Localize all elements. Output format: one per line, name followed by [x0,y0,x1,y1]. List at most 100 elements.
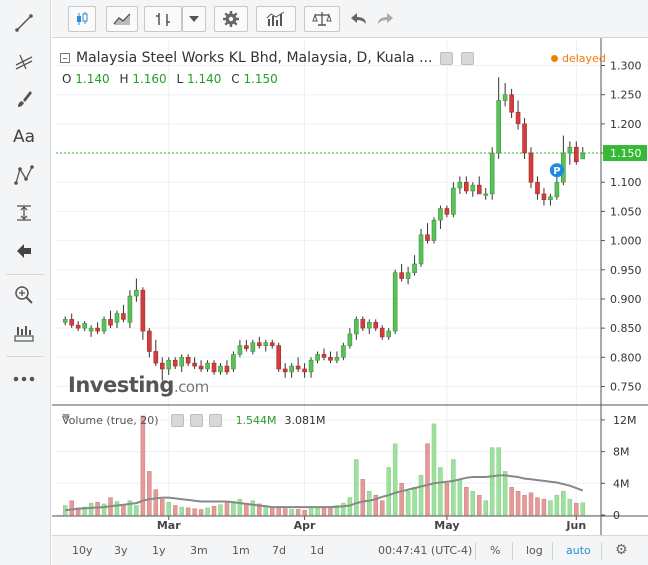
volume-bar [554,494,560,516]
candle-body [315,354,320,361]
indicators-icon[interactable] [256,6,296,32]
candle-body [502,94,508,101]
candle-body [198,365,204,370]
clock-time: 00:47:41 (UTC-4) [378,544,473,557]
eye-icon[interactable] [170,414,184,427]
volume-bar [321,506,327,516]
candle-body [179,357,184,367]
volume-bar [561,490,566,516]
candle-body [399,272,404,279]
collapse-icon[interactable] [60,53,70,63]
candle-body [489,152,495,195]
settings-mini-icon[interactable] [189,414,203,427]
area-chart-icon[interactable] [106,6,138,32]
volume-bar [567,498,573,516]
candle-body [548,196,553,201]
candle-body [263,342,269,346]
pattern-tool-icon[interactable] [8,160,40,190]
range-10y[interactable]: 10y [72,544,93,557]
range-1y[interactable]: 1y [152,544,166,557]
candle-body [82,323,87,329]
range-1m[interactable]: 1m [232,544,250,557]
log-toggle[interactable]: log [526,544,543,557]
candle-body [192,362,197,367]
gear-icon[interactable] [214,6,248,32]
dropdown-icon[interactable] [182,6,206,32]
volume-bar [192,508,197,516]
candle-body [535,181,540,195]
price-tick-label: 0.900 [610,293,642,306]
price-chart[interactable]: P 1.300 1.250 1.200 1.150 1.100 1.050 1.000 0.95… [52,38,648,565]
candle-body [392,272,398,332]
chevron-down-icon[interactable] [62,414,70,420]
volume-ma-value: 3.081M [284,414,326,427]
candlestick-icon[interactable] [68,6,96,32]
back-arrow-icon[interactable] [8,236,40,266]
candle-body [224,365,230,373]
volume-bar [237,498,243,516]
brush-icon[interactable] [8,84,40,114]
candle-body [276,345,282,370]
delayed-dot-icon [551,55,558,62]
volume-bar [295,509,301,516]
text-tool-icon[interactable]: Aa [8,122,40,152]
price-tick-label: 1.100 [610,176,642,189]
candle-body [464,181,469,192]
undo-icon[interactable] [346,6,372,32]
candle-body [95,327,100,332]
candle-body [573,146,579,163]
candle-body [470,184,476,192]
volume-bar [134,505,139,516]
chart-canvas[interactable]: P 1.300 1.250 1.200 1.150 1.100 1.050 1.000 0.95… [52,38,648,535]
volume-bar [160,498,165,516]
candle-body [405,272,411,279]
volume-bar [528,492,534,516]
percent-toggle[interactable]: % [490,544,500,557]
toolbar-divider [6,356,44,357]
volume-bar [405,490,411,516]
candle-body [354,319,359,335]
volume-tick-label: 12M [613,414,637,427]
close-icon[interactable] [208,414,222,427]
range-3y[interactable]: 3y [114,544,128,557]
candle-body [185,357,191,364]
zoom-icon[interactable] [8,280,40,310]
more-icon[interactable] [8,364,40,394]
candle-body [360,319,366,329]
volume-bar [477,494,482,516]
range-1d[interactable]: 1d [310,544,324,557]
volume-bar [276,507,281,516]
compare-scale-icon[interactable] [304,6,340,32]
range-7d[interactable]: 7d [272,544,286,557]
auto-toggle[interactable]: auto [566,544,591,557]
volume-tick-label: 0 [613,509,620,522]
candle-body [425,234,430,241]
volume-bar [444,483,450,516]
candle-body [88,327,94,332]
candle-body [334,357,340,361]
fib-tool-icon[interactable] [8,46,40,76]
measure-icon[interactable] [8,198,40,228]
eye-icon[interactable] [440,51,454,65]
volume-bar [483,500,488,516]
bar-chart-icon[interactable] [144,6,182,32]
candle-body [108,319,113,326]
candle-body [153,351,159,364]
candle-body [373,321,379,329]
volume-bar [224,502,230,516]
time-tick-label: Apr [294,519,316,532]
candle-body [496,100,501,154]
redo-icon[interactable] [372,6,398,32]
ruler-icon[interactable] [8,318,40,348]
candle-body [289,365,294,373]
volume-bar [496,447,501,516]
settings-gear-icon[interactable]: ⚙ [615,542,628,558]
open-label: O [62,72,72,86]
settings-mini-icon[interactable] [461,51,475,65]
range-3m[interactable]: 3m [190,544,208,557]
line-tool-icon[interactable] [8,8,40,38]
drawing-toolbar: Aa [0,0,51,565]
volume-bar [470,490,476,516]
candle-body [211,362,217,373]
last-price-label: 1.150 [610,147,642,160]
